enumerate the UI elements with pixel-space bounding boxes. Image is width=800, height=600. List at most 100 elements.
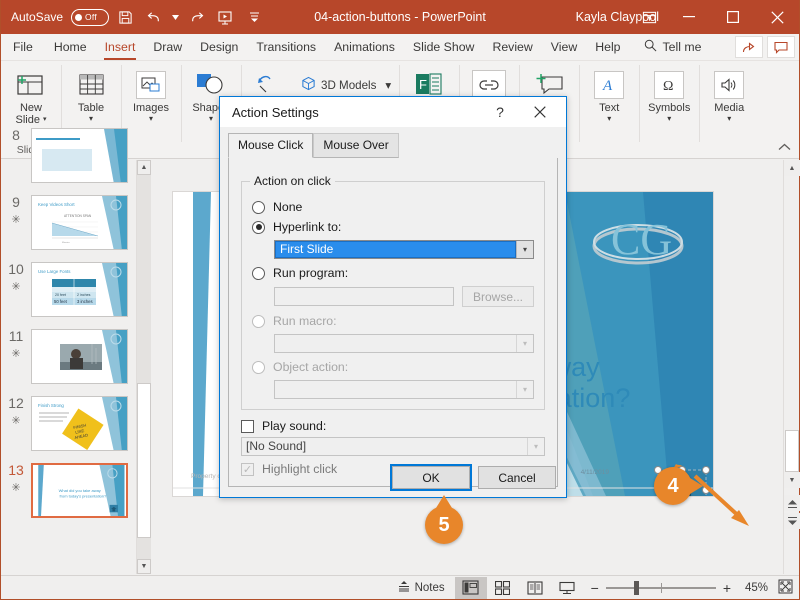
scroll-up-arrow-icon[interactable]: ▲: [784, 160, 800, 176]
animation-star-icon[interactable]: ✳: [11, 347, 20, 362]
media-button[interactable]: Media ▾: [703, 64, 755, 123]
chevron-down-icon[interactable]: ▾: [667, 114, 671, 123]
tab-home[interactable]: Home: [45, 34, 96, 60]
tab-help[interactable]: Help: [586, 34, 629, 60]
tab-slide-show[interactable]: Slide Show: [404, 34, 484, 60]
canvas-scrollbar[interactable]: ▲ ▼: [783, 160, 799, 574]
callout-number: 5: [438, 514, 449, 537]
comments-icon[interactable]: [767, 36, 795, 58]
list-item[interactable]: 12 ✳ Finish StrongFINISHLINEAHEAD: [1, 390, 136, 457]
tab-design[interactable]: Design: [191, 34, 247, 60]
normal-view-button[interactable]: [455, 577, 487, 599]
thumbnail-image-selected[interactable]: What did you take awayfrom today's prese…: [31, 463, 128, 518]
slide-sorter-view-button[interactable]: [487, 577, 519, 599]
animation-star-icon[interactable]: ✳: [11, 213, 20, 228]
undo-icon[interactable]: [141, 4, 167, 30]
scrollbar-thumb[interactable]: [137, 383, 151, 538]
tab-mouse-over[interactable]: Mouse Over: [313, 133, 398, 158]
tab-view[interactable]: View: [542, 34, 586, 60]
help-question-icon[interactable]: ?: [490, 97, 510, 127]
images-button[interactable]: Images ▾: [125, 64, 177, 123]
minimize-button[interactable]: [667, 0, 711, 34]
radio-hyperlink-to[interactable]: [252, 221, 265, 234]
start-slideshow-icon[interactable]: [212, 4, 238, 30]
scroll-down-arrow-icon[interactable]: ▼: [784, 472, 800, 488]
ok-button[interactable]: OK: [392, 466, 470, 489]
fit-slide-to-window-icon[interactable]: [775, 579, 793, 597]
list-item[interactable]: 13 ✳ What did you take awayfrom today's …: [1, 457, 136, 524]
zoom-slider[interactable]: [606, 587, 716, 589]
new-slide-button[interactable]: New Slide ▾: [5, 64, 57, 126]
text-button[interactable]: A Text ▾: [583, 64, 635, 123]
highlight-click-label: Highlight click: [262, 462, 337, 476]
radio-run-program[interactable]: [252, 267, 265, 280]
chevron-down-icon[interactable]: ▾: [209, 114, 213, 123]
chevron-down-icon[interactable]: ▾: [727, 114, 731, 123]
list-item[interactable]: 10 ✳ Use Large Fonts20 feet2 inches50 fe…: [1, 256, 136, 323]
resize-handle[interactable]: [702, 486, 710, 494]
close-icon[interactable]: [524, 97, 556, 127]
zoom-out-button[interactable]: −: [591, 580, 599, 596]
play-sound-row[interactable]: Play sound:: [241, 419, 545, 433]
tab-draw[interactable]: Draw: [144, 34, 191, 60]
collapse-ribbon-icon[interactable]: [778, 142, 791, 154]
tab-review[interactable]: Review: [483, 34, 541, 60]
tab-mouse-click[interactable]: Mouse Click: [228, 133, 313, 158]
zoom-percent-label[interactable]: 45%: [738, 582, 768, 594]
scroll-down-arrow-icon[interactable]: ▼: [137, 559, 151, 574]
chevron-down-icon[interactable]: ▾: [385, 78, 391, 92]
list-item[interactable]: 9 ✳ Keep Videos ShortATTENTION SPANMinut…: [1, 189, 136, 256]
scrollbar-track[interactable]: [137, 175, 151, 559]
notes-button[interactable]: Notes: [388, 580, 455, 595]
animation-star-icon[interactable]: ✳: [11, 414, 20, 429]
run-program-input[interactable]: [274, 287, 454, 306]
option-hyperlink-to[interactable]: Hyperlink to:: [252, 220, 534, 234]
zoom-in-button[interactable]: +: [723, 580, 731, 596]
share-icon[interactable]: [735, 36, 763, 58]
table-button[interactable]: Table ▾: [65, 64, 117, 123]
tab-insert[interactable]: Insert: [96, 34, 145, 60]
redo-icon[interactable]: [183, 4, 209, 30]
cancel-button[interactable]: Cancel: [478, 466, 556, 489]
animation-star-icon[interactable]: ✳: [11, 280, 20, 295]
save-icon[interactable]: [112, 4, 138, 30]
thumbnails-scrollbar[interactable]: ▲ ▼: [136, 160, 150, 574]
play-sound-checkbox[interactable]: [241, 420, 254, 433]
next-slide-button[interactable]: [784, 513, 800, 529]
list-item[interactable]: 8: [1, 122, 136, 189]
list-item[interactable]: 11 ✳: [1, 323, 136, 390]
thumbnail-image[interactable]: Finish StrongFINISHLINEAHEAD: [31, 396, 128, 451]
tab-file[interactable]: File: [1, 34, 45, 60]
scroll-up-arrow-icon[interactable]: ▲: [137, 160, 151, 175]
thumbnail-image[interactable]: Keep Videos ShortATTENTION SPANMinutes: [31, 195, 128, 250]
ribbon-display-options-icon[interactable]: [631, 0, 667, 34]
option-run-program[interactable]: Run program:: [252, 266, 534, 280]
tell-me-search[interactable]: Tell me: [644, 34, 702, 60]
dialog-title-bar[interactable]: Action Settings ?: [220, 97, 566, 127]
zoom-slider-handle[interactable]: [634, 581, 639, 595]
tab-animations[interactable]: Animations: [325, 34, 404, 60]
tab-transitions[interactable]: Transitions: [247, 34, 325, 60]
close-button[interactable]: [755, 0, 799, 34]
reading-view-button[interactable]: [519, 577, 551, 599]
previous-slide-button[interactable]: [784, 495, 800, 511]
chevron-down-icon[interactable]: ▾: [607, 114, 611, 123]
thumbnail-image[interactable]: Use Large Fonts20 feet2 inches50 feet3 i…: [31, 262, 128, 317]
chevron-down-icon[interactable]: ▾: [149, 114, 153, 123]
option-none[interactable]: None: [252, 200, 534, 214]
scrollbar-thumb[interactable]: [785, 430, 799, 472]
customize-qat-icon[interactable]: [241, 4, 267, 30]
thumbnail-image[interactable]: [31, 329, 128, 384]
slideshow-view-button[interactable]: [551, 577, 583, 599]
resize-handle[interactable]: [702, 466, 710, 474]
hyperlink-target-combobox[interactable]: First Slide ▾: [274, 240, 534, 259]
chevron-down-icon[interactable]: ▾: [516, 241, 533, 258]
radio-none[interactable]: [252, 201, 265, 214]
symbols-button[interactable]: Ω Symbols ▾: [643, 64, 695, 123]
thumbnail-image[interactable]: [31, 128, 128, 183]
restore-button[interactable]: [711, 0, 755, 34]
undo-dropdown-caret[interactable]: [170, 4, 180, 30]
animation-star-icon[interactable]: ✳: [11, 481, 20, 496]
powerpoint-window: AutoSave Off 04-action: [0, 0, 800, 600]
autosave-toggle[interactable]: Off: [71, 9, 109, 26]
